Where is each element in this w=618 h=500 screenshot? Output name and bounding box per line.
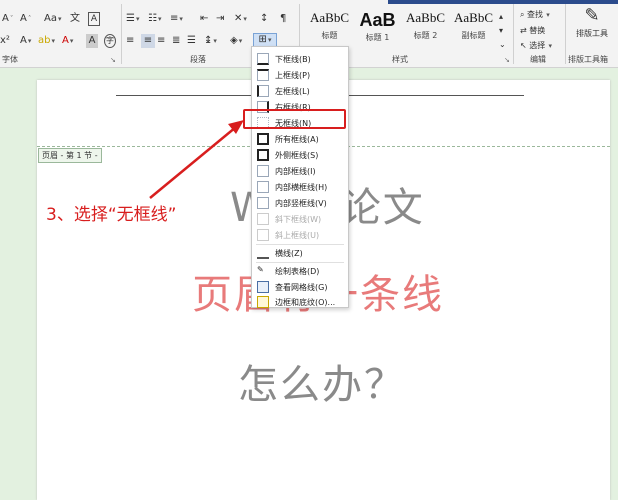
annotation-arrow [149,120,244,199]
arrow-shaft [149,126,237,199]
